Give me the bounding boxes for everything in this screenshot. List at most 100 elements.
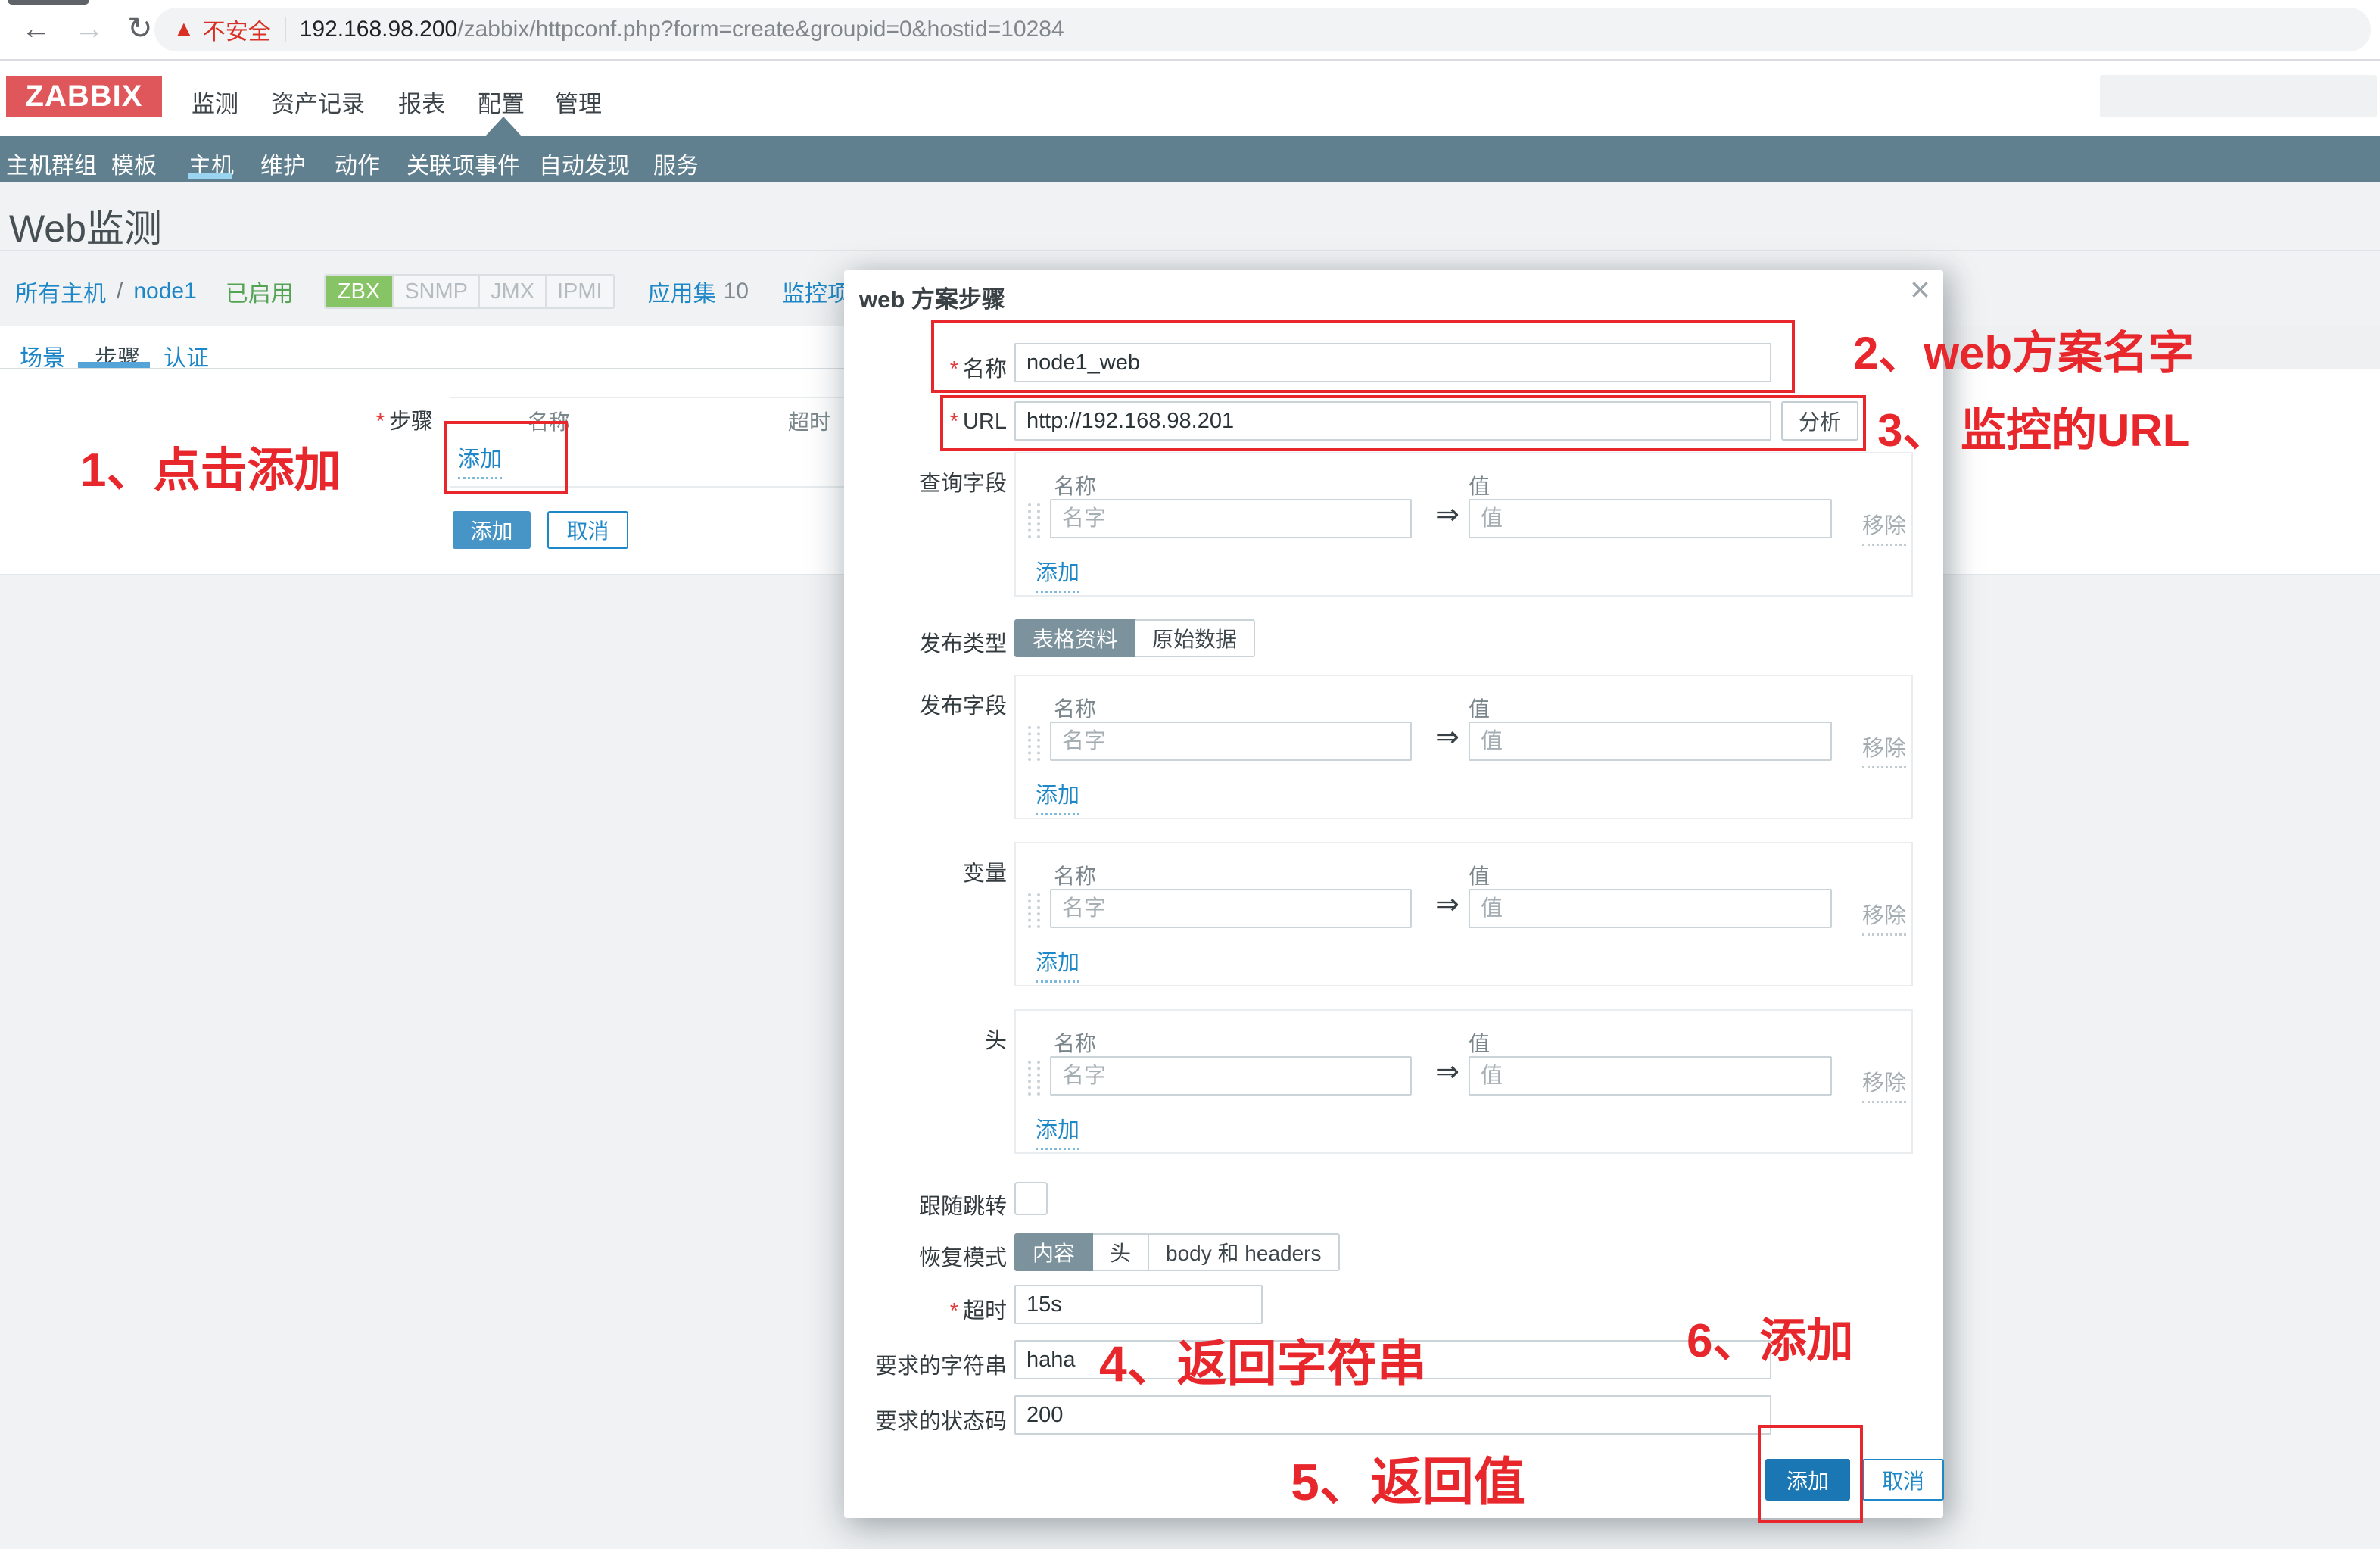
annotation-box-dialog-add-button (1758, 1425, 1863, 1523)
nav-monitoring[interactable]: 监测 (192, 85, 238, 119)
retrieve-mode-headers-option[interactable]: 头 (1093, 1233, 1149, 1271)
variables-box: 名称 值 ⇒ 移除 添加 (1014, 842, 1913, 986)
zabbix-header: ZABBIX 监测 资产记录 报表 配置 管理 (0, 61, 2380, 136)
column-header-value: 值 (1469, 693, 1490, 723)
steps-cancel-button[interactable]: 取消 (547, 511, 628, 549)
arrow-icon: ⇒ (1428, 720, 1466, 754)
active-nav-pointer (485, 117, 522, 136)
annotation-box-name-field (931, 320, 1795, 393)
column-header-value: 值 (1469, 860, 1490, 890)
breadcrumb-all-hosts[interactable]: 所有主机 (15, 275, 106, 308)
post-type-form-option[interactable]: 表格资料 (1014, 619, 1135, 657)
url-host: 192.168.98.200 (300, 17, 458, 42)
forward-icon[interactable]: → (74, 11, 104, 47)
follow-redirects-label: 跟随跳转 (844, 1189, 1007, 1220)
subnav-discovery[interactable]: 自动发现 (539, 147, 630, 180)
security-warning-label[interactable]: 不安全 (203, 13, 271, 46)
add-pair-link[interactable]: 添加 (1036, 945, 1079, 983)
post-type-raw-option[interactable]: 原始数据 (1135, 619, 1255, 657)
header-name-input[interactable] (1050, 1056, 1412, 1096)
breadcrumb-host[interactable]: node1 (133, 279, 196, 304)
status-codes-input[interactable] (1014, 1395, 1771, 1435)
annotation-step1: 1、点击添加 (80, 432, 341, 500)
post-fields-label: 发布字段 (844, 688, 1007, 720)
drag-handle-icon[interactable] (1028, 726, 1040, 761)
annotation-step3: 3、 监控的URL (1877, 394, 2190, 460)
subnav-host-groups[interactable]: 主机群组 (6, 147, 97, 180)
annotation-step5: 5、返回值 (1291, 1440, 1525, 1515)
post-fields-box: 名称 值 ⇒ 移除 添加 (1014, 675, 1913, 819)
column-header-value: 值 (1469, 1027, 1490, 1058)
reload-icon[interactable]: ↻ (127, 11, 153, 47)
retrieve-mode-toggle: 内容 头 body 和 headers (1014, 1233, 1340, 1271)
timeout-input[interactable] (1014, 1285, 1263, 1324)
remove-link[interactable]: 移除 (1862, 508, 1906, 546)
header-value-input[interactable] (1469, 1056, 1832, 1096)
variable-value-input[interactable] (1469, 889, 1832, 928)
browser-tab-strip (8, 0, 89, 5)
query-name-input[interactable] (1050, 499, 1412, 538)
required-mark: * (376, 410, 385, 434)
arrow-icon: ⇒ (1428, 887, 1466, 921)
title-divider (0, 250, 2380, 251)
query-value-input[interactable] (1469, 499, 1832, 538)
steps-add-button[interactable]: 添加 (453, 511, 531, 549)
follow-redirects-checkbox[interactable] (1014, 1182, 1048, 1215)
variable-name-input[interactable] (1050, 889, 1412, 928)
drag-handle-icon[interactable] (1028, 503, 1040, 538)
retrieve-mode-body-option[interactable]: 内容 (1014, 1233, 1093, 1271)
arrow-icon: ⇒ (1428, 497, 1466, 531)
add-pair-link[interactable]: 添加 (1036, 555, 1079, 593)
subnav-templates[interactable]: 模板 (111, 147, 157, 180)
page-url: 192.168.98.200/zabbix/httpconf.php?form=… (300, 17, 1064, 42)
nav-administration[interactable]: 管理 (555, 85, 602, 119)
subnav-actions[interactable]: 动作 (335, 147, 380, 180)
steps-field-label: *步骤 (288, 404, 433, 435)
subnav-services[interactable]: 服务 (653, 147, 699, 180)
nav-configuration[interactable]: 配置 (478, 85, 525, 119)
address-bar[interactable]: ▲ 不安全 192.168.98.200/zabbix/httpconf.php… (154, 8, 2371, 51)
headers-label: 头 (844, 1023, 1007, 1055)
post-type-toggle: 表格资料 原始数据 (1014, 619, 1255, 657)
back-icon[interactable]: ← (21, 11, 51, 47)
url-path: /zabbix/httpconf.php?form=create&groupid… (457, 17, 1064, 42)
remove-link[interactable]: 移除 (1862, 731, 1906, 768)
ipmi-badge: IPMI (545, 276, 613, 307)
nav-reports[interactable]: 报表 (398, 85, 445, 119)
browser-chrome: ← → ↻ ▲ 不安全 192.168.98.200/zabbix/httpco… (0, 0, 2380, 61)
address-bar-divider (285, 17, 286, 42)
steps-table-top-border (450, 397, 851, 398)
zabbix-logo[interactable]: ZABBIX (6, 76, 162, 117)
host-status-badge[interactable]: 已启用 (226, 275, 294, 308)
post-type-label: 发布类型 (844, 626, 1007, 658)
post-name-input[interactable] (1050, 722, 1412, 761)
interface-badges: ZBX SNMP JMX IPMI (324, 274, 615, 309)
query-fields-label: 查询字段 (844, 466, 1007, 497)
active-subnav-underline (188, 173, 232, 179)
security-warning-icon: ▲ (173, 18, 195, 41)
annotation-step2: 2、web方案名字 (1853, 316, 2194, 382)
arrow-icon: ⇒ (1428, 1055, 1466, 1089)
drag-handle-icon[interactable] (1028, 1061, 1040, 1096)
annotation-box-url-field (940, 395, 1866, 451)
subnav-maintenance[interactable]: 维护 (260, 147, 306, 180)
breadcrumb-separator: / (117, 279, 123, 304)
remove-link[interactable]: 移除 (1862, 898, 1906, 936)
search-input[interactable] (2100, 75, 2377, 117)
screenshot-root: { "browser": { "icons": {"back": "←", "f… (0, 0, 2380, 1549)
nav-inventory[interactable]: 资产记录 (271, 85, 365, 119)
add-pair-link[interactable]: 添加 (1036, 778, 1079, 815)
column-header-name: 名称 (1054, 693, 1096, 723)
snmp-badge: SNMP (392, 276, 478, 307)
add-pair-link[interactable]: 添加 (1036, 1112, 1079, 1150)
close-icon[interactable]: × (1910, 272, 1930, 307)
remove-link[interactable]: 移除 (1862, 1065, 1906, 1103)
subnav-correlation[interactable]: 关联项事件 (407, 147, 520, 180)
required-string-label: 要求的字符串 (844, 1348, 1007, 1380)
items-link[interactable]: 监控项 (782, 275, 850, 308)
drag-handle-icon[interactable] (1028, 893, 1040, 928)
retrieve-mode-body-headers-option[interactable]: body 和 headers (1149, 1233, 1339, 1271)
post-value-input[interactable] (1469, 722, 1832, 761)
applications-link[interactable]: 应用集 (648, 275, 716, 308)
dialog-cancel-button[interactable]: 取消 (1862, 1459, 1944, 1501)
